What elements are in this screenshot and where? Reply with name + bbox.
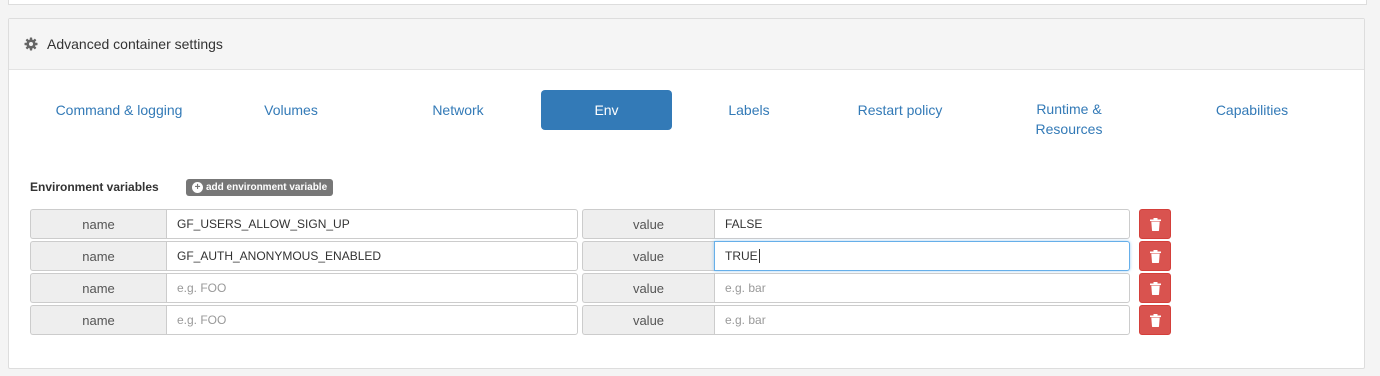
- env-value-addon: value: [582, 305, 714, 335]
- env-value-addon: value: [582, 241, 714, 271]
- env-variable-row: name GF_AUTH_ANONYMOUS_ENABLED value TRUE: [30, 241, 1171, 271]
- env-value-input[interactable]: e.g. bar: [714, 305, 1130, 335]
- tab-network[interactable]: Network: [408, 90, 508, 130]
- tab-restart-policy[interactable]: Restart policy: [840, 90, 960, 130]
- env-value-group: value e.g. bar: [582, 273, 1130, 303]
- env-name-input[interactable]: GF_AUTH_ANONYMOUS_ENABLED: [166, 241, 578, 271]
- env-variable-row: name GF_USERS_ALLOW_SIGN_UP value FALSE: [30, 209, 1171, 239]
- env-name-group: name GF_AUTH_ANONYMOUS_ENABLED: [30, 241, 578, 271]
- env-name-input[interactable]: e.g. FOO: [166, 305, 578, 335]
- tab-runtime-resources[interactable]: Runtime & Resources: [1009, 90, 1129, 148]
- env-name-input[interactable]: e.g. FOO: [166, 273, 578, 303]
- tab-env[interactable]: Env: [541, 90, 672, 130]
- remove-env-variable-button[interactable]: [1139, 273, 1171, 303]
- tab-volumes[interactable]: Volumes: [241, 90, 341, 130]
- env-variable-row: name e.g. FOO value e.g. bar: [30, 305, 1171, 335]
- env-variable-row: name e.g. FOO value e.g. bar: [30, 273, 1171, 303]
- env-name-group: name e.g. FOO: [30, 273, 578, 303]
- env-section-label: Environment variables: [30, 180, 159, 194]
- remove-env-variable-button[interactable]: [1139, 305, 1171, 335]
- env-value-input[interactable]: FALSE: [714, 209, 1130, 239]
- remove-env-variable-button[interactable]: [1139, 209, 1171, 239]
- trash-icon: [1149, 249, 1161, 263]
- env-name-group: name GF_USERS_ALLOW_SIGN_UP: [30, 209, 578, 239]
- gear-icon: [24, 37, 38, 51]
- env-value-group: value e.g. bar: [582, 305, 1130, 335]
- settings-tabs: Command & logging Volumes Network Env La…: [9, 90, 1364, 150]
- add-env-variable-label: add environment variable: [206, 182, 328, 193]
- trash-icon: [1149, 217, 1161, 231]
- env-name-addon: name: [30, 273, 166, 303]
- add-env-variable-button[interactable]: + add environment variable: [186, 179, 334, 196]
- env-name-addon: name: [30, 209, 166, 239]
- remove-env-variable-button[interactable]: [1139, 241, 1171, 271]
- tab-capabilities[interactable]: Capabilities: [1192, 90, 1312, 130]
- env-value-addon: value: [582, 273, 714, 303]
- tab-labels[interactable]: Labels: [704, 90, 794, 130]
- env-name-group: name e.g. FOO: [30, 305, 578, 335]
- env-value-addon: value: [582, 209, 714, 239]
- tab-command-logging[interactable]: Command & logging: [29, 90, 209, 130]
- trash-icon: [1149, 281, 1161, 295]
- env-value-group: value FALSE: [582, 209, 1130, 239]
- text-caret: [758, 249, 760, 263]
- previous-panel-edge: [8, 0, 1367, 5]
- panel-title: Advanced container settings: [47, 36, 223, 52]
- env-name-input[interactable]: GF_USERS_ALLOW_SIGN_UP: [166, 209, 578, 239]
- advanced-settings-panel: Advanced container settings Command & lo…: [8, 18, 1365, 369]
- env-name-addon: name: [30, 305, 166, 335]
- trash-icon: [1149, 313, 1161, 327]
- env-value-group: value TRUE: [582, 241, 1130, 271]
- env-value-input[interactable]: e.g. bar: [714, 273, 1130, 303]
- plus-circle-icon: +: [192, 182, 203, 193]
- panel-header: Advanced container settings: [9, 19, 1364, 70]
- env-name-addon: name: [30, 241, 166, 271]
- env-value-input[interactable]: TRUE: [714, 241, 1130, 271]
